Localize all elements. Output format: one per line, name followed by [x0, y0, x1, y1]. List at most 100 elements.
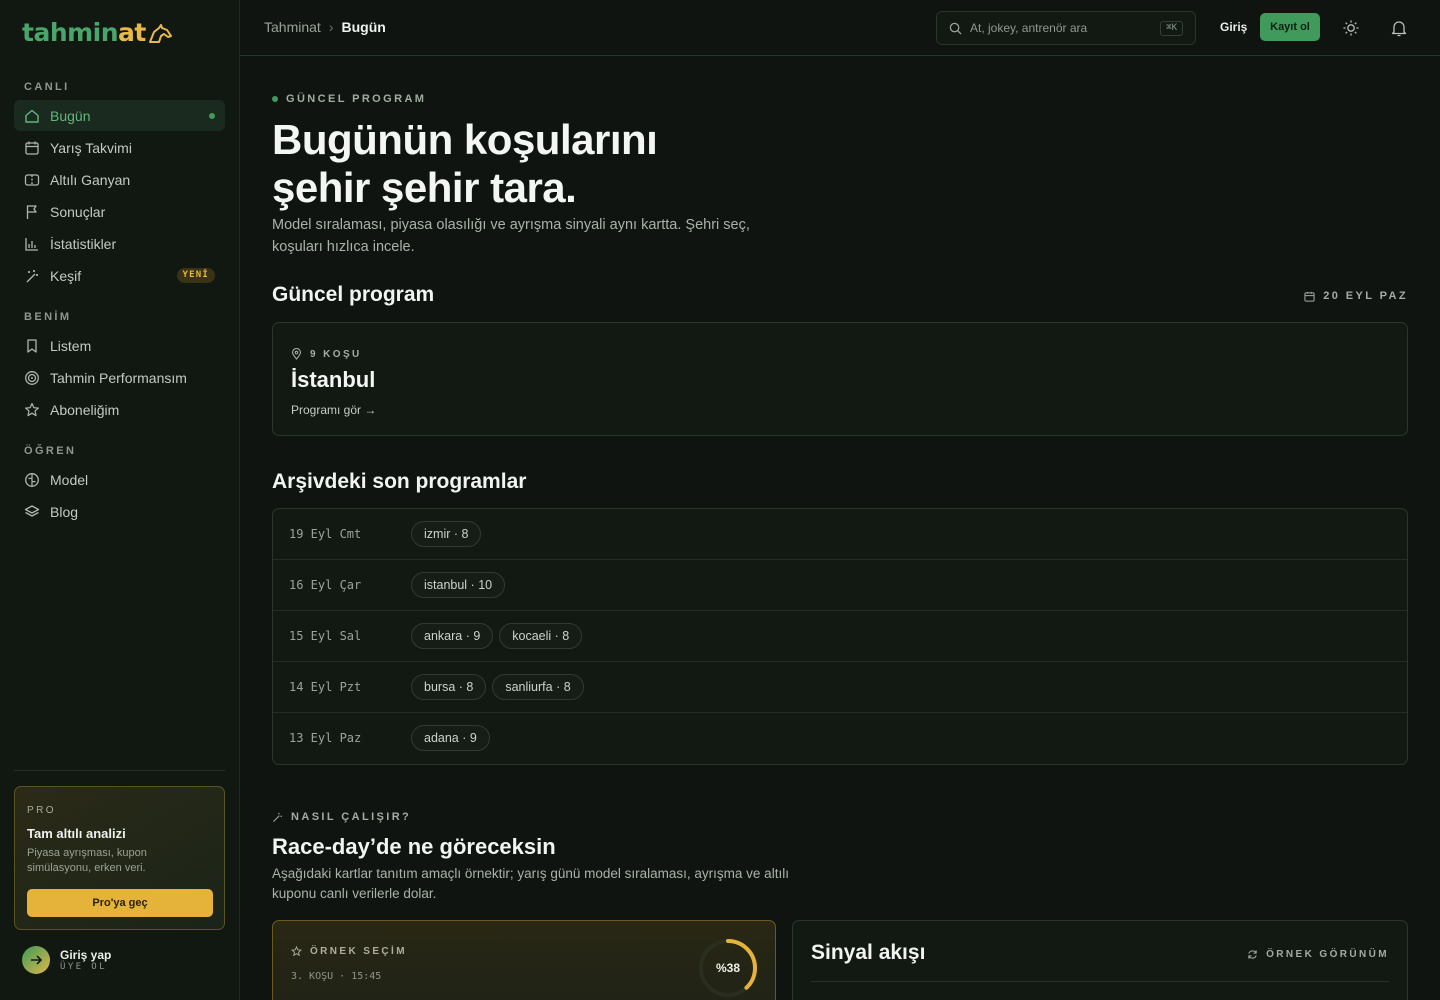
sidebar-item-label: Tahmin Performansım: [50, 369, 187, 386]
program-chip[interactable]: sanliurfa · 8: [492, 674, 584, 700]
target-icon: [24, 370, 40, 386]
chevron-right-icon: ›: [328, 19, 334, 35]
sidebar-item-label: Aboneliğim: [50, 401, 120, 418]
calendar-icon: [24, 140, 40, 156]
search-shortcut: ⌘K: [1160, 21, 1183, 36]
section-label-ogren: ÖĞREN: [24, 445, 77, 457]
sidebar-item-tahmin-performansim[interactable]: Tahmin Performansım: [14, 362, 225, 393]
archive-table: 19 Eyl Cmt izmir · 8 16 Eyl Çar istanbul…: [272, 508, 1408, 765]
view-program-link[interactable]: Programı gör →: [291, 403, 376, 417]
archive-date: 14 Eyl Pzt: [289, 680, 362, 694]
sidebar-item-bugun[interactable]: Bugün: [14, 100, 225, 131]
hero-eyebrow-label: GÜNCEL PROGRAM: [286, 93, 427, 105]
sidebar-item-yaris-takvimi[interactable]: Yarış Takvimi: [14, 132, 225, 163]
login-avatar: [22, 946, 50, 974]
program-chip[interactable]: adana · 9: [411, 725, 490, 751]
sidebar-item-sonuclar[interactable]: Sonuçlar: [14, 196, 225, 227]
logo[interactable]: tahminat: [22, 18, 173, 47]
pro-description: Piyasa ayrışması, kupon simülasyonu, erk…: [27, 847, 147, 874]
table-row: 13 Eyl Paz adana · 9: [273, 713, 1407, 764]
main-content: GÜNCEL PROGRAM Bugünün koşularını şehir …: [240, 56, 1440, 1000]
sidebar-item-aboneligim[interactable]: Aboneliğim: [14, 394, 225, 425]
upgrade-pro-button[interactable]: Pro'ya geç: [27, 889, 213, 917]
city-card-istanbul[interactable]: 9 KOŞU İstanbul Programı gör →: [272, 322, 1408, 436]
arrow-right-icon: [31, 955, 43, 965]
table-row: 16 Eyl Çar istanbul · 10: [273, 560, 1407, 611]
signup-button[interactable]: Kayıt ol: [1260, 13, 1320, 41]
hero-subtitle: Model sıralaması, piyasa olasılığı ve ay…: [272, 217, 750, 255]
sample-pick-label: ÖRNEK SEÇİM: [291, 946, 407, 957]
search-icon: [949, 22, 962, 35]
archive-date: 19 Eyl Cmt: [289, 527, 362, 541]
sidebar-item-label: Blog: [50, 503, 79, 520]
sidebar-item-blog[interactable]: Blog: [14, 496, 225, 527]
sidebar-item-label: Bugün: [50, 107, 91, 124]
refresh-icon: [1248, 950, 1257, 959]
sidebar-item-label: Listem: [50, 337, 92, 354]
signup-subtitle: ÜYE OL: [60, 962, 107, 972]
login-title: Giriş yap: [60, 948, 112, 962]
topbar: Tahminat › Bugün ⌘K Giriş Kayıt ol: [240, 0, 1440, 56]
login-button[interactable]: Giriş: [1220, 20, 1247, 34]
table-row: 19 Eyl Cmt izmir · 8: [273, 509, 1407, 560]
section-label-canli: CANLI: [24, 81, 70, 93]
sidebar-item-label: Keşif: [50, 267, 82, 284]
sparkle-wand-icon: [273, 812, 282, 822]
archive-date: 15 Eyl Sal: [289, 629, 362, 643]
breadcrumb-current: Bugün: [341, 19, 386, 35]
page-title: Bugünün koşularını şehir şehir tara.: [272, 116, 972, 212]
flag-icon: [24, 204, 40, 220]
sample-view-tag: ÖRNEK GÖRÜNÜM: [1247, 949, 1389, 960]
search-input[interactable]: [970, 21, 1150, 35]
sidebar-item-label: Sonuçlar: [50, 203, 106, 220]
sidebar-item-listem[interactable]: Listem: [14, 330, 225, 361]
sidebar-divider: [14, 770, 225, 771]
signal-feed-title: Sinyal akışı: [811, 941, 926, 964]
star-icon: [291, 946, 302, 957]
program-chip[interactable]: kocaeli · 8: [499, 623, 583, 649]
table-row: 14 Eyl Pzt bursa · 8 sanliurfa · 8: [273, 662, 1407, 713]
program-chip[interactable]: bursa · 8: [411, 674, 487, 700]
pro-title: Tam altılı analizi: [27, 826, 126, 841]
program-chip[interactable]: izmir · 8: [411, 521, 482, 547]
pro-upsell-card: PRO Tam altılı analizi Piyasa ayrışması,…: [14, 786, 225, 930]
sidebar-item-label: İstatistikler: [50, 235, 117, 252]
ticket-icon: [24, 172, 40, 188]
archive-heading: Arşivdeki son programlar: [272, 470, 527, 493]
new-badge: YENİ: [176, 268, 215, 283]
logo-text-at: at: [118, 18, 146, 47]
bookmark-icon: [24, 338, 40, 354]
sidebar-item-altili-ganyan[interactable]: Altılı Ganyan: [14, 164, 225, 195]
sample-pick-card: ÖRNEK SEÇİM 3. KOŞU · 15:45 %38: [272, 920, 776, 1000]
sidebar-login[interactable]: Giriş yap ÜYE OL: [22, 946, 111, 974]
sample-pick-label-text: ÖRNEK SEÇİM: [310, 946, 407, 957]
how-eyebrow: NASIL ÇALIŞIR?: [272, 811, 411, 823]
search-box[interactable]: ⌘K: [936, 11, 1196, 45]
theme-toggle-sun-icon[interactable]: [1341, 18, 1361, 38]
sidebar-item-label: Altılı Ganyan: [50, 171, 131, 188]
bar-chart-icon: [24, 236, 40, 252]
notification-bell-icon[interactable]: [1389, 18, 1409, 38]
page-title-line-2: şehir şehir tara.: [272, 164, 577, 211]
current-program-heading: Güncel program: [272, 283, 435, 306]
table-row: 15 Eyl Sal ankara · 9 kocaeli · 8: [273, 611, 1407, 662]
sidebar-item-istatistikler[interactable]: İstatistikler: [14, 228, 225, 259]
status-dot: [272, 96, 278, 102]
breadcrumb: Tahminat › Bugün: [264, 19, 386, 35]
brain-icon: [24, 472, 40, 488]
race-count: 9 KOŞU: [291, 348, 362, 360]
sidebar: tahminat CANLI Bugün Yarış Takvimi Altıl…: [0, 0, 240, 1000]
current-date-label: 20 EYL PAZ: [1323, 290, 1408, 302]
calendar-icon: [1304, 291, 1315, 302]
breadcrumb-root[interactable]: Tahminat: [264, 19, 321, 35]
how-eyebrow-label: NASIL ÇALIŞIR?: [291, 811, 412, 823]
probability-ring: %38: [697, 937, 759, 999]
sidebar-item-kesif[interactable]: Keşif YENİ: [14, 260, 225, 291]
how-heading: Race-day’de ne göreceksin: [272, 834, 556, 859]
sidebar-item-model[interactable]: Model: [14, 464, 225, 495]
logo-text-tahmin: tahmin: [22, 18, 119, 47]
city-name: İstanbul: [291, 367, 376, 392]
sparkle-wand-icon: [24, 268, 40, 284]
program-chip[interactable]: istanbul · 10: [411, 572, 506, 598]
program-chip[interactable]: ankara · 9: [411, 623, 494, 649]
